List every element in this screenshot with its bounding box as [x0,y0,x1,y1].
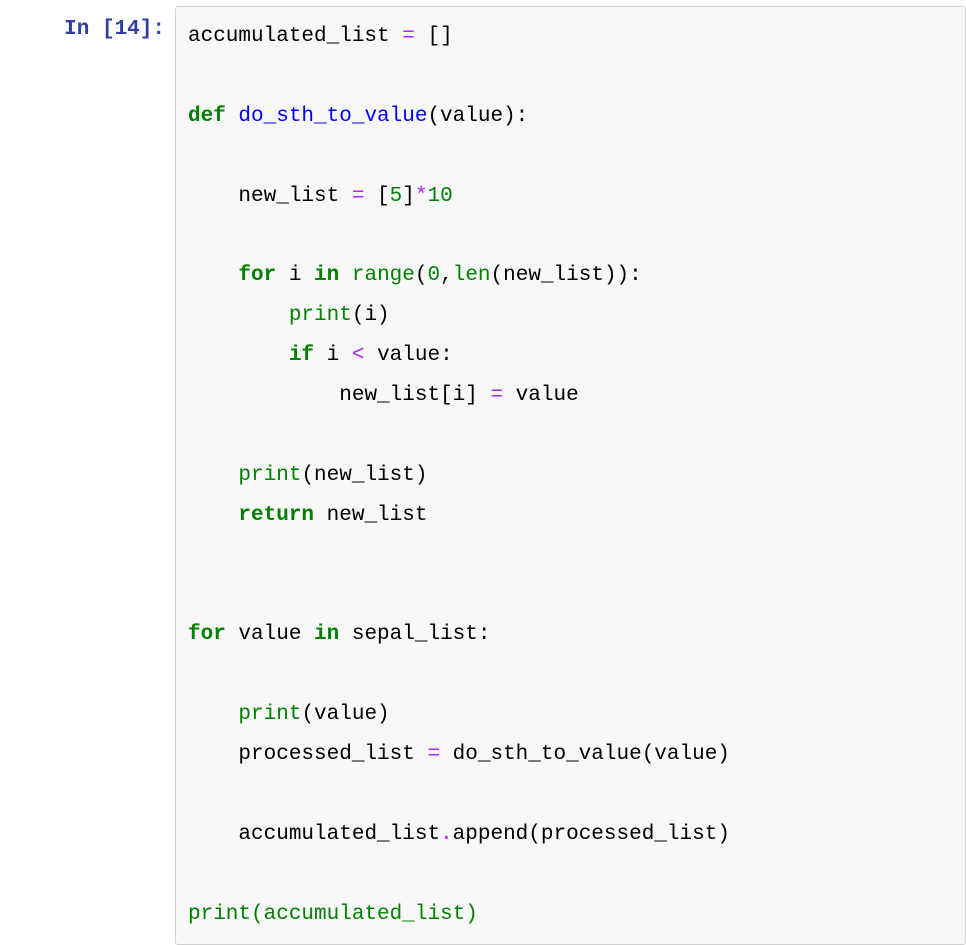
code-content[interactable]: accumulated_list = [] def do_sth_to_valu… [188,17,953,934]
code-line-5: new_list = [5]*10 [188,185,453,208]
code-line-18: print(value) [188,703,390,726]
input-prompt: In [14]: [0,6,175,945]
prompt-in-label: In [64,18,102,41]
code-line-9: if i < value: [188,344,453,367]
prompt-bracket-close: ]: [140,18,165,41]
prompt-bracket-open: [ [102,18,115,41]
code-cell: In [14]: accumulated_list = [] def do_st… [0,0,966,945]
code-line-21: accumulated_list.append(processed_list) [188,823,730,846]
code-line-7: for i in range(0,len(new_list)): [188,264,642,287]
code-line-19: processed_list = do_sth_to_value(value) [188,743,730,766]
code-line-8: print(i) [188,304,390,327]
code-input-area[interactable]: accumulated_list = [] def do_sth_to_valu… [175,6,966,945]
code-line-16: for value in sepal_list: [188,623,490,646]
code-line-3: def do_sth_to_value(value): [188,105,528,128]
code-line-12: print(new_list) [188,464,427,487]
code-line-1: accumulated_list = [] [188,25,453,48]
code-line-10: new_list[i] = value [188,384,579,407]
code-line-23: print(accumulated_list) [188,903,478,926]
prompt-number: 14 [115,18,140,41]
code-line-13: return new_list [188,504,427,527]
